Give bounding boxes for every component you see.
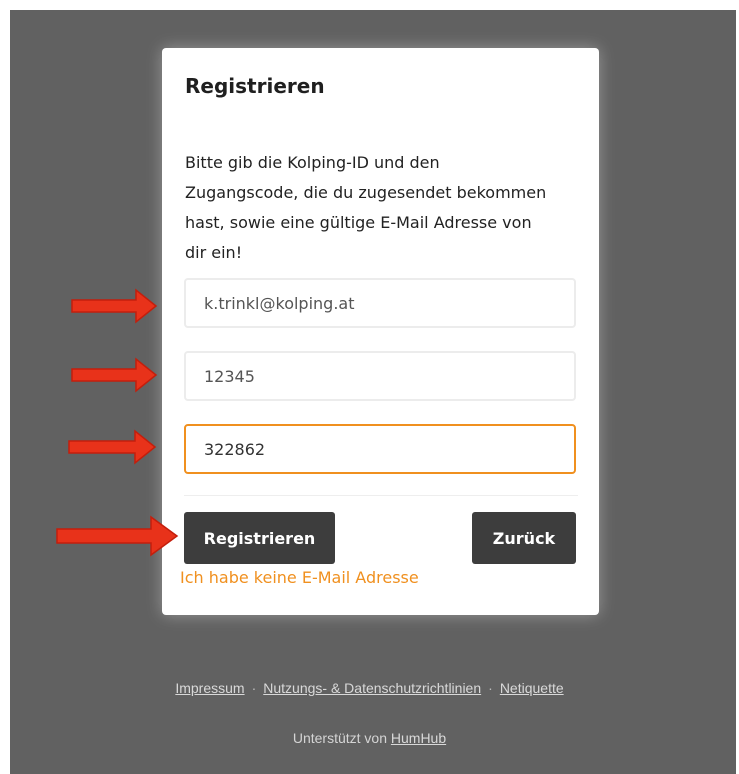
annotation-arrow-icon <box>71 288 158 324</box>
footer-link-privacy[interactable]: Nutzungs- & Datenschutzrichtlinien <box>263 680 481 696</box>
humhub-link[interactable]: HumHub <box>391 730 446 746</box>
back-button[interactable]: Zurück <box>472 512 576 564</box>
instruction-line: Bitte gib die Kolping-ID und den <box>185 153 440 172</box>
email-field[interactable] <box>184 278 576 328</box>
no-email-link[interactable]: Ich habe keine E-Mail Adresse <box>180 568 419 587</box>
annotation-arrow-icon <box>68 429 157 465</box>
annotation-arrow-icon <box>71 357 158 393</box>
powered-by: Unterstützt von HumHub <box>0 730 739 746</box>
instruction-line: Zugangscode, die du zugesendet bekommen <box>185 183 547 202</box>
footer-separator: · <box>488 680 493 696</box>
access-code-field[interactable] <box>184 424 576 474</box>
footer-link-impressum[interactable]: Impressum <box>175 680 244 696</box>
footer-separator: · <box>251 680 257 696</box>
instruction-line: hast, sowie eine gültige E-Mail Adresse … <box>185 213 532 232</box>
divider <box>184 495 578 496</box>
registration-card: Registrieren Bitte gib die Kolping-ID un… <box>162 48 599 615</box>
footer-link-netiquette[interactable]: Netiquette <box>500 680 564 696</box>
footer-links: Impressum · Nutzungs- & Datenschutzrichtli… <box>0 680 739 696</box>
card-title: Registrieren <box>185 74 325 98</box>
register-button[interactable]: Registrieren <box>184 512 335 564</box>
powered-by-text: Unterstützt von <box>292 730 387 746</box>
kolping-id-field[interactable] <box>184 351 576 401</box>
instruction-line: dir ein! <box>185 243 243 262</box>
instruction-text: Bitte gib die Kolping-ID und den Zugangs… <box>185 148 585 268</box>
annotation-arrow-icon <box>56 515 179 557</box>
